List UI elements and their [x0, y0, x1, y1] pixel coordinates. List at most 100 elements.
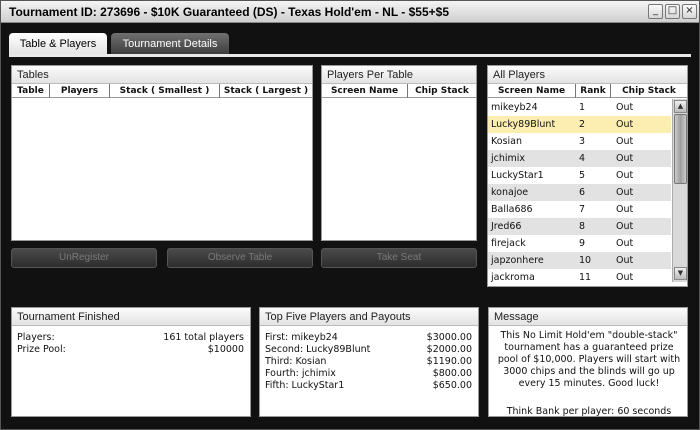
column-screen-name[interactable]: Screen Name	[488, 84, 576, 98]
player-chip-stack: Out	[616, 102, 634, 113]
player-chip-stack: Out	[616, 153, 634, 164]
player-chip-stack: Out	[616, 119, 634, 130]
player-chip-stack: Out	[616, 170, 634, 181]
all-players-title: All Players	[488, 66, 687, 84]
all-players-scrollbar[interactable]: ▲ ▼	[672, 99, 687, 282]
player-rank: 8	[579, 221, 586, 232]
top-five-panel: Top Five Players and Payouts First: mike…	[259, 307, 479, 417]
player-rank: 7	[579, 204, 586, 215]
tables-panel-title: Tables	[12, 66, 312, 84]
player-name: LuckyStar1	[491, 170, 544, 181]
payout-place: First: mikeyb24	[265, 332, 338, 343]
player-row[interactable]: jchimix 4 Out	[488, 150, 671, 167]
player-row[interactable]: Lucky89Blunt 2 Out	[488, 116, 671, 133]
player-rank: 9	[579, 238, 586, 249]
all-players-panel: All Players Screen Name Rank Chip Stack …	[487, 65, 688, 287]
players-label: Players:	[17, 332, 55, 343]
player-rank: 4	[579, 153, 586, 164]
unregister-button[interactable]: UnRegister	[11, 248, 157, 268]
scroll-thumb[interactable]	[674, 114, 687, 184]
players-per-table-panel: Players Per Table Screen Name Chip Stack	[321, 65, 477, 241]
tab-tournament-details[interactable]: Tournament Details	[111, 33, 229, 55]
column-chip-stack[interactable]: Chip Stack	[611, 84, 687, 98]
player-rank: 5	[579, 170, 586, 181]
player-row[interactable]: LuckyStar1 5 Out	[488, 167, 671, 184]
player-name: jackroma	[491, 272, 535, 283]
column-players[interactable]: Players	[50, 84, 110, 98]
player-chip-stack: Out	[616, 255, 634, 266]
title-bar[interactable]: Tournament ID: 273696 - $10K Guaranteed …	[1, 1, 699, 23]
player-rank: 3	[579, 136, 586, 147]
players-per-table-title: Players Per Table	[322, 66, 476, 84]
player-rank: 11	[579, 272, 592, 283]
message-title: Message	[489, 308, 687, 326]
player-name: firejack	[491, 238, 526, 249]
column-stack-smallest[interactable]: Stack ( Smallest )	[110, 84, 220, 98]
player-chip-stack: Out	[616, 272, 634, 283]
payout-place: Third: Kosian	[265, 356, 327, 367]
player-chip-stack: Out	[616, 238, 634, 249]
payout-place: Second: Lucky89Blunt	[265, 344, 371, 355]
player-chip-stack: Out	[616, 221, 634, 232]
tab-table-players[interactable]: Table & Players	[9, 33, 107, 55]
column-rank[interactable]: Rank	[576, 84, 611, 98]
window-title: Tournament ID: 273696 - $10K Guaranteed …	[9, 5, 449, 19]
payout-place: Fifth: LuckyStar1	[265, 380, 345, 391]
prize-pool-value: $10000	[207, 344, 244, 355]
player-row[interactable]: firejack 9 Out	[488, 235, 671, 252]
message-text: This No Limit Hold'em "double-stack" tou…	[497, 330, 681, 389]
column-chip-stack[interactable]: Chip Stack	[408, 84, 476, 98]
player-rank: 2	[579, 119, 586, 130]
think-bank-text: Think Bank per player: 60 seconds	[506, 406, 672, 417]
take-seat-button[interactable]: Take Seat	[321, 248, 477, 268]
players-value: 161 total players	[163, 332, 244, 343]
scroll-down-arrow-icon[interactable]: ▼	[674, 267, 687, 280]
payout-amount: $650.00	[432, 380, 472, 391]
player-row[interactable]: Balla686 7 Out	[488, 201, 671, 218]
player-name: Kosian	[491, 136, 523, 147]
tournament-window: Tournament ID: 273696 - $10K Guaranteed …	[0, 0, 700, 430]
player-row[interactable]: japzonhere 10 Out	[488, 252, 671, 269]
tab-underline	[9, 54, 691, 57]
player-name: Balla686	[491, 204, 533, 215]
tables-column-header: Table Players Stack ( Smallest ) Stack (…	[12, 84, 312, 98]
top-five-title: Top Five Players and Payouts	[260, 308, 478, 326]
player-row[interactable]: jackroma 11 Out	[488, 269, 671, 286]
player-name: japzonhere	[491, 255, 544, 266]
maximize-button[interactable]: □	[665, 4, 680, 19]
tournament-finished-panel: Tournament Finished Players: 161 total p…	[11, 307, 251, 417]
payout-amount: $800.00	[432, 368, 472, 379]
player-rank: 6	[579, 187, 586, 198]
column-stack-largest[interactable]: Stack ( Largest )	[220, 84, 312, 98]
tournament-finished-title: Tournament Finished	[12, 308, 250, 326]
player-row[interactable]: Jred66 8 Out	[488, 218, 671, 235]
player-chip-stack: Out	[616, 136, 634, 147]
player-name: jchimix	[491, 153, 526, 164]
payout-amount: $2000.00	[426, 344, 472, 355]
player-chip-stack: Out	[616, 187, 634, 198]
player-row[interactable]: mikeyb24 1 Out	[488, 99, 671, 116]
player-name: Jred66	[491, 221, 522, 232]
payout-place: Fourth: jchimix	[265, 368, 336, 379]
observe-table-button[interactable]: Observe Table	[167, 248, 313, 268]
player-name: mikeyb24	[491, 102, 538, 113]
player-name: Lucky89Blunt	[491, 119, 556, 130]
payout-amount: $1190.00	[426, 356, 472, 367]
player-name: konajoe	[491, 187, 529, 198]
player-rank: 1	[579, 102, 586, 113]
prize-pool-label: Prize Pool:	[17, 344, 66, 355]
message-panel: Message This No Limit Hold'em "double-st…	[488, 307, 688, 417]
column-screen-name[interactable]: Screen Name	[322, 84, 408, 98]
scroll-up-arrow-icon[interactable]: ▲	[674, 100, 687, 113]
close-button[interactable]: ×	[682, 4, 697, 19]
player-row[interactable]: Kosian 3 Out	[488, 133, 671, 150]
payout-amount: $3000.00	[426, 332, 472, 343]
minimize-button[interactable]: _	[648, 4, 663, 19]
column-table[interactable]: Table	[12, 84, 50, 98]
tables-panel: Tables Table Players Stack ( Smallest ) …	[11, 65, 313, 241]
players-per-table-header: Screen Name Chip Stack	[322, 84, 476, 98]
all-players-header: Screen Name Rank Chip Stack	[488, 84, 687, 98]
player-row[interactable]: konajoe 6 Out	[488, 184, 671, 201]
player-chip-stack: Out	[616, 204, 634, 215]
player-rank: 10	[579, 255, 592, 266]
